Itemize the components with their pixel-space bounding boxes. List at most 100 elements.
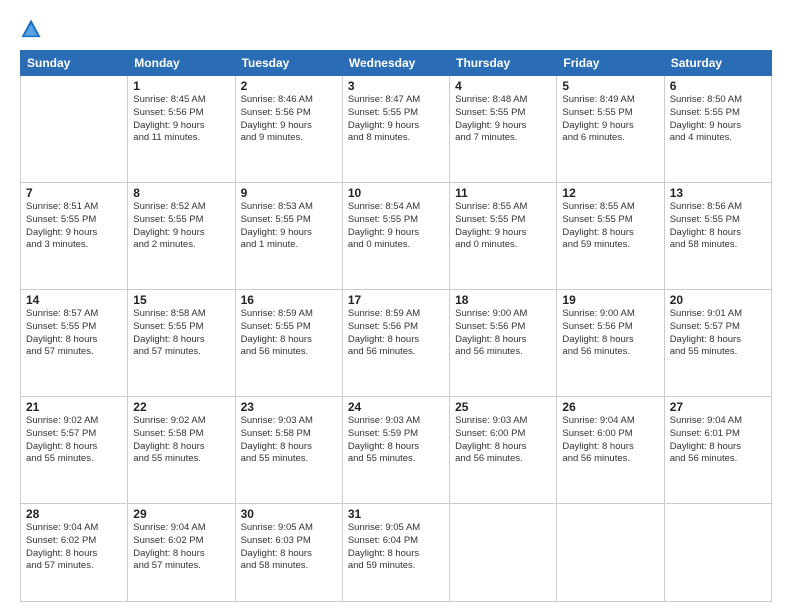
weekday-header-friday: Friday [557, 51, 664, 76]
day-number: 20 [670, 293, 766, 307]
day-info: Sunrise: 8:58 AM Sunset: 5:55 PM Dayligh… [133, 308, 229, 359]
day-number: 26 [562, 400, 658, 414]
calendar-cell: 27Sunrise: 9:04 AM Sunset: 6:01 PM Dayli… [664, 397, 771, 504]
calendar-cell [21, 76, 128, 183]
calendar-cell: 1Sunrise: 8:45 AM Sunset: 5:56 PM Daylig… [128, 76, 235, 183]
calendar-cell [557, 504, 664, 602]
calendar-cell: 2Sunrise: 8:46 AM Sunset: 5:56 PM Daylig… [235, 76, 342, 183]
day-info: Sunrise: 8:47 AM Sunset: 5:55 PM Dayligh… [348, 94, 444, 145]
calendar-week-row: 21Sunrise: 9:02 AM Sunset: 5:57 PM Dayli… [21, 397, 772, 504]
day-info: Sunrise: 8:45 AM Sunset: 5:56 PM Dayligh… [133, 94, 229, 145]
day-info: Sunrise: 8:59 AM Sunset: 5:56 PM Dayligh… [348, 308, 444, 359]
calendar-cell: 13Sunrise: 8:56 AM Sunset: 5:55 PM Dayli… [664, 183, 771, 290]
calendar-cell: 18Sunrise: 9:00 AM Sunset: 5:56 PM Dayli… [450, 290, 557, 397]
day-number: 19 [562, 293, 658, 307]
day-number: 21 [26, 400, 122, 414]
day-info: Sunrise: 8:51 AM Sunset: 5:55 PM Dayligh… [26, 201, 122, 252]
calendar-cell: 26Sunrise: 9:04 AM Sunset: 6:00 PM Dayli… [557, 397, 664, 504]
calendar-cell: 7Sunrise: 8:51 AM Sunset: 5:55 PM Daylig… [21, 183, 128, 290]
day-number: 25 [455, 400, 551, 414]
calendar-cell: 29Sunrise: 9:04 AM Sunset: 6:02 PM Dayli… [128, 504, 235, 602]
weekday-header-wednesday: Wednesday [342, 51, 449, 76]
calendar-cell: 9Sunrise: 8:53 AM Sunset: 5:55 PM Daylig… [235, 183, 342, 290]
day-info: Sunrise: 8:52 AM Sunset: 5:55 PM Dayligh… [133, 201, 229, 252]
calendar-cell: 11Sunrise: 8:55 AM Sunset: 5:55 PM Dayli… [450, 183, 557, 290]
logo [20, 18, 45, 40]
day-info: Sunrise: 9:02 AM Sunset: 5:58 PM Dayligh… [133, 415, 229, 466]
day-info: Sunrise: 8:49 AM Sunset: 5:55 PM Dayligh… [562, 94, 658, 145]
day-info: Sunrise: 9:03 AM Sunset: 5:58 PM Dayligh… [241, 415, 337, 466]
day-info: Sunrise: 8:48 AM Sunset: 5:55 PM Dayligh… [455, 94, 551, 145]
day-number: 30 [241, 507, 337, 521]
calendar-cell: 5Sunrise: 8:49 AM Sunset: 5:55 PM Daylig… [557, 76, 664, 183]
weekday-header-sunday: Sunday [21, 51, 128, 76]
day-info: Sunrise: 8:54 AM Sunset: 5:55 PM Dayligh… [348, 201, 444, 252]
calendar-cell: 3Sunrise: 8:47 AM Sunset: 5:55 PM Daylig… [342, 76, 449, 183]
day-number: 28 [26, 507, 122, 521]
day-number: 9 [241, 186, 337, 200]
day-info: Sunrise: 9:00 AM Sunset: 5:56 PM Dayligh… [562, 308, 658, 359]
calendar-cell: 8Sunrise: 8:52 AM Sunset: 5:55 PM Daylig… [128, 183, 235, 290]
calendar-cell: 17Sunrise: 8:59 AM Sunset: 5:56 PM Dayli… [342, 290, 449, 397]
day-number: 8 [133, 186, 229, 200]
day-info: Sunrise: 8:57 AM Sunset: 5:55 PM Dayligh… [26, 308, 122, 359]
calendar-table: SundayMondayTuesdayWednesdayThursdayFrid… [20, 50, 772, 602]
day-info: Sunrise: 9:00 AM Sunset: 5:56 PM Dayligh… [455, 308, 551, 359]
day-info: Sunrise: 8:55 AM Sunset: 5:55 PM Dayligh… [562, 201, 658, 252]
day-number: 14 [26, 293, 122, 307]
day-number: 24 [348, 400, 444, 414]
day-info: Sunrise: 9:04 AM Sunset: 6:02 PM Dayligh… [26, 522, 122, 573]
calendar-cell: 21Sunrise: 9:02 AM Sunset: 5:57 PM Dayli… [21, 397, 128, 504]
calendar-cell: 30Sunrise: 9:05 AM Sunset: 6:03 PM Dayli… [235, 504, 342, 602]
day-number: 12 [562, 186, 658, 200]
header [20, 18, 772, 40]
logo-icon [20, 18, 42, 40]
day-info: Sunrise: 9:05 AM Sunset: 6:03 PM Dayligh… [241, 522, 337, 573]
calendar-cell: 16Sunrise: 8:59 AM Sunset: 5:55 PM Dayli… [235, 290, 342, 397]
day-number: 5 [562, 79, 658, 93]
day-number: 18 [455, 293, 551, 307]
page: SundayMondayTuesdayWednesdayThursdayFrid… [0, 0, 792, 612]
day-info: Sunrise: 9:04 AM Sunset: 6:02 PM Dayligh… [133, 522, 229, 573]
calendar-cell: 19Sunrise: 9:00 AM Sunset: 5:56 PM Dayli… [557, 290, 664, 397]
calendar-cell: 28Sunrise: 9:04 AM Sunset: 6:02 PM Dayli… [21, 504, 128, 602]
calendar-cell [664, 504, 771, 602]
calendar-cell: 12Sunrise: 8:55 AM Sunset: 5:55 PM Dayli… [557, 183, 664, 290]
day-number: 17 [348, 293, 444, 307]
day-info: Sunrise: 8:55 AM Sunset: 5:55 PM Dayligh… [455, 201, 551, 252]
day-info: Sunrise: 8:53 AM Sunset: 5:55 PM Dayligh… [241, 201, 337, 252]
day-info: Sunrise: 9:04 AM Sunset: 6:01 PM Dayligh… [670, 415, 766, 466]
day-number: 7 [26, 186, 122, 200]
day-number: 6 [670, 79, 766, 93]
day-number: 27 [670, 400, 766, 414]
weekday-header-monday: Monday [128, 51, 235, 76]
day-info: Sunrise: 8:50 AM Sunset: 5:55 PM Dayligh… [670, 94, 766, 145]
day-number: 3 [348, 79, 444, 93]
calendar-cell: 23Sunrise: 9:03 AM Sunset: 5:58 PM Dayli… [235, 397, 342, 504]
day-number: 13 [670, 186, 766, 200]
day-info: Sunrise: 9:01 AM Sunset: 5:57 PM Dayligh… [670, 308, 766, 359]
day-number: 10 [348, 186, 444, 200]
calendar-cell [450, 504, 557, 602]
calendar-cell: 31Sunrise: 9:05 AM Sunset: 6:04 PM Dayli… [342, 504, 449, 602]
calendar-cell: 14Sunrise: 8:57 AM Sunset: 5:55 PM Dayli… [21, 290, 128, 397]
day-number: 15 [133, 293, 229, 307]
day-info: Sunrise: 9:03 AM Sunset: 6:00 PM Dayligh… [455, 415, 551, 466]
weekday-header-row: SundayMondayTuesdayWednesdayThursdayFrid… [21, 51, 772, 76]
day-number: 16 [241, 293, 337, 307]
day-number: 29 [133, 507, 229, 521]
day-number: 4 [455, 79, 551, 93]
day-number: 2 [241, 79, 337, 93]
calendar-cell: 10Sunrise: 8:54 AM Sunset: 5:55 PM Dayli… [342, 183, 449, 290]
calendar-cell: 4Sunrise: 8:48 AM Sunset: 5:55 PM Daylig… [450, 76, 557, 183]
day-info: Sunrise: 9:04 AM Sunset: 6:00 PM Dayligh… [562, 415, 658, 466]
calendar-cell: 25Sunrise: 9:03 AM Sunset: 6:00 PM Dayli… [450, 397, 557, 504]
weekday-header-tuesday: Tuesday [235, 51, 342, 76]
day-number: 1 [133, 79, 229, 93]
calendar-week-row: 14Sunrise: 8:57 AM Sunset: 5:55 PM Dayli… [21, 290, 772, 397]
day-info: Sunrise: 9:03 AM Sunset: 5:59 PM Dayligh… [348, 415, 444, 466]
day-info: Sunrise: 8:46 AM Sunset: 5:56 PM Dayligh… [241, 94, 337, 145]
calendar-cell: 6Sunrise: 8:50 AM Sunset: 5:55 PM Daylig… [664, 76, 771, 183]
calendar-week-row: 28Sunrise: 9:04 AM Sunset: 6:02 PM Dayli… [21, 504, 772, 602]
day-info: Sunrise: 9:05 AM Sunset: 6:04 PM Dayligh… [348, 522, 444, 573]
